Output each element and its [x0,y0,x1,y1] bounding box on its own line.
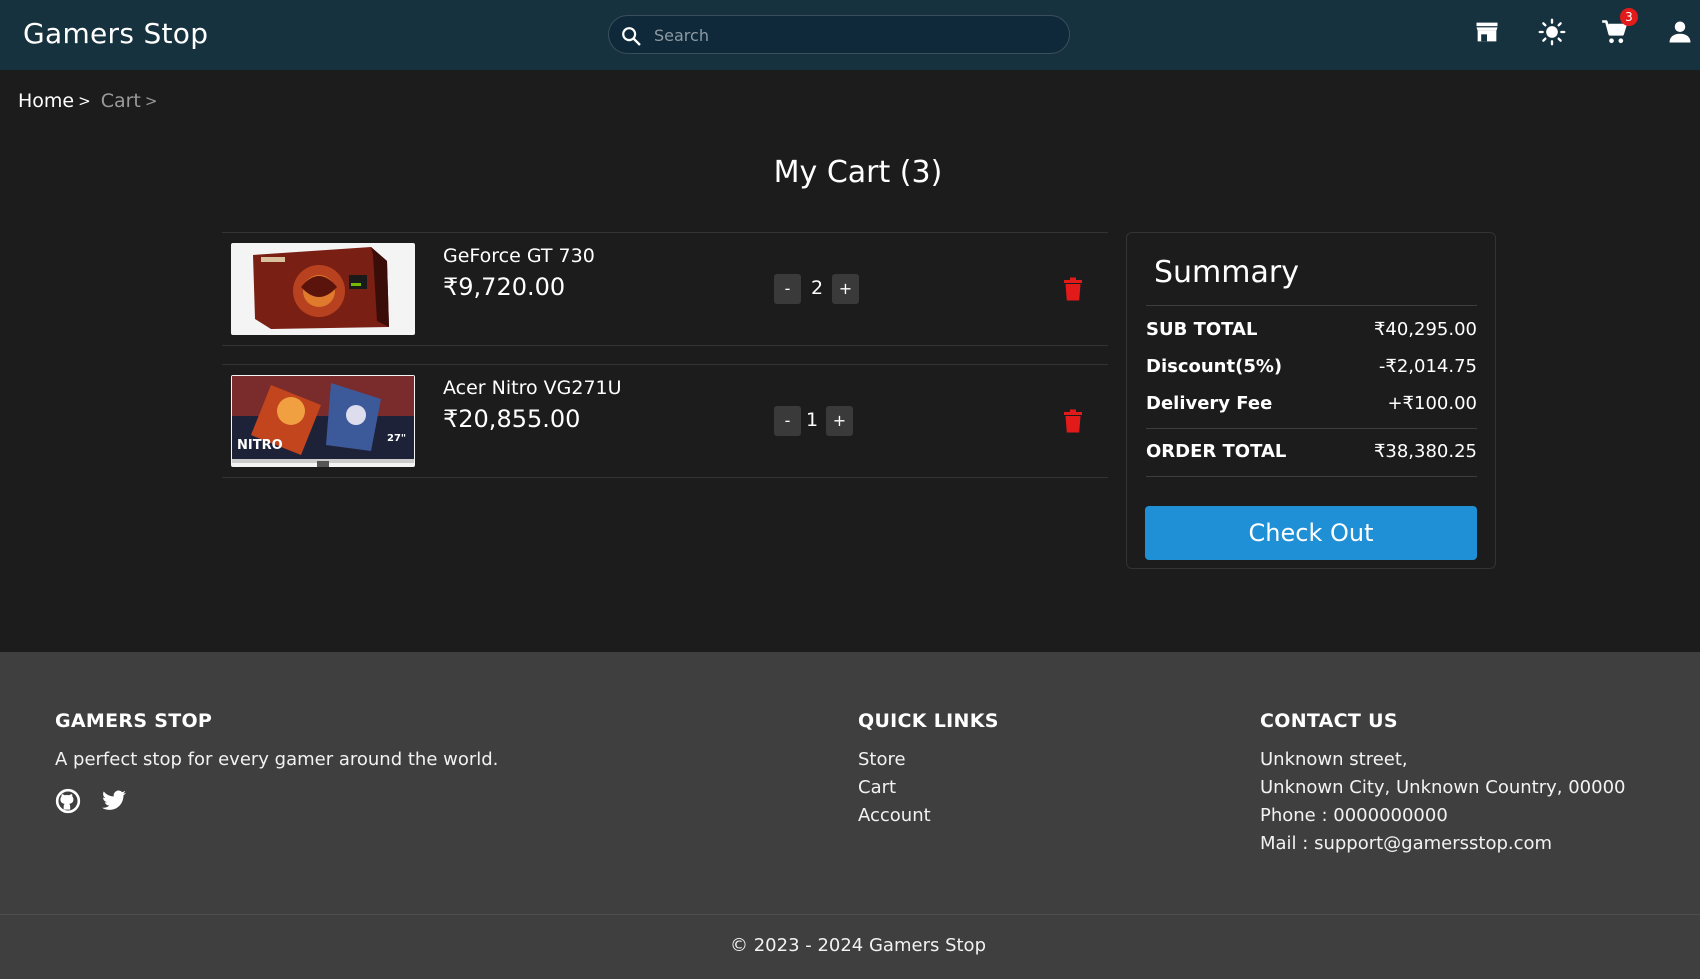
footer-link-account[interactable]: Account [858,802,999,830]
footer-links-heading: QUICK LINKS [858,710,999,732]
brand-logo[interactable]: Gamers Stop [23,17,208,50]
footer-bottom-bar: © 2023 - 2024 Gamers Stop [0,914,1700,979]
user-icon[interactable] [1666,18,1694,46]
search-bar[interactable] [608,15,1070,54]
contact-mail[interactable]: Mail : support@gamersstop.com [1260,830,1626,858]
product-price: ₹20,855.00 [443,405,581,433]
delivery-fee-value: +₹100.00 [1387,393,1477,414]
footer-link-store[interactable]: Store [858,746,999,774]
footer-about-heading: GAMERS STOP [55,710,213,732]
svg-text:27": 27" [387,433,406,444]
page-title: My Cart (3) [773,155,943,190]
summary-row-total: ORDER TOTAL ₹38,380.25 [1146,441,1477,462]
github-icon[interactable] [55,788,81,814]
footer-link-cart[interactable]: Cart [858,774,999,802]
footer-contact-heading: CONTACT US [1260,710,1398,732]
cart-list: GeForce GT 730 ₹9,720.00 - 2 + NITRO 27" [222,232,1108,496]
twitter-icon[interactable] [101,788,127,814]
footer: GAMERS STOP A perfect stop for every gam… [0,652,1700,979]
copyright-text: © 2023 - 2024 Gamers Stop [729,935,986,956]
theme-sun-icon[interactable] [1538,18,1566,46]
breadcrumb-separator: > [78,92,91,110]
order-total-value: ₹38,380.25 [1373,441,1477,462]
cart-count-badge: 3 [1620,8,1638,26]
product-name[interactable]: GeForce GT 730 [443,245,595,267]
breadcrumb-home[interactable]: Home [18,90,74,112]
svg-text:NITRO: NITRO [237,438,283,453]
summary-row-discount: Discount(5%) -₹2,014.75 [1146,356,1477,377]
trash-icon[interactable] [1063,409,1083,433]
product-price: ₹9,720.00 [443,273,566,301]
footer-contact: CONTACT US Unknown street, Unknown City,… [1260,710,1626,858]
breadcrumb-separator: > [144,92,158,110]
summary-divider [1146,305,1477,306]
social-links [55,788,498,814]
product-name[interactable]: Acer Nitro VG271U [443,377,622,399]
breadcrumb-cart: Cart [100,90,141,112]
decrease-quantity-button[interactable]: - [774,406,801,436]
footer-tagline: A perfect stop for every gamer around th… [55,749,499,770]
summary-divider [1146,476,1477,477]
quantity-value: 1 [805,409,819,431]
footer-quick-links: QUICK LINKS Store Cart Account [858,710,999,830]
checkout-button[interactable]: Check Out [1145,506,1477,560]
cart-item: GeForce GT 730 ₹9,720.00 - 2 + [222,232,1108,346]
summary-row-subtotal: SUB TOTAL ₹40,295.00 [1146,319,1477,340]
summary-divider [1146,428,1477,429]
breadcrumb: Home > Cart > [18,90,157,112]
decrease-quantity-button[interactable]: - [774,274,801,304]
increase-quantity-button[interactable]: + [826,406,853,436]
contact-phone: Phone : 0000000000 [1260,805,1448,826]
contact-city: Unknown City, Unknown Country, 00000 [1260,777,1626,798]
summary-row-delivery: Delivery Fee +₹100.00 [1146,393,1477,414]
subtotal-label: SUB TOTAL [1146,319,1258,340]
search-icon [620,25,642,47]
delivery-fee-label: Delivery Fee [1146,393,1273,414]
contact-street: Unknown street, [1260,749,1408,770]
discount-label: Discount(5%) [1146,356,1283,377]
cart-item: NITRO 27" Acer Nitro VG271U ₹20,855.00 -… [222,364,1108,478]
footer-about: GAMERS STOP A perfect stop for every gam… [55,710,498,814]
product-image[interactable] [231,243,415,335]
increase-quantity-button[interactable]: + [832,274,859,304]
store-icon[interactable] [1473,18,1501,46]
discount-value: -₹2,014.75 [1378,356,1477,377]
order-summary: Summary SUB TOTAL ₹40,295.00 Discount(5%… [1126,232,1496,569]
search-input[interactable] [654,21,1054,49]
navbar: Gamers Stop 3 [0,0,1700,70]
trash-icon[interactable] [1063,277,1083,301]
subtotal-value: ₹40,295.00 [1373,319,1477,340]
summary-title: Summary [1154,255,1299,290]
product-image[interactable]: NITRO 27" [231,375,415,467]
order-total-label: ORDER TOTAL [1146,441,1287,462]
quantity-value: 2 [810,277,824,299]
